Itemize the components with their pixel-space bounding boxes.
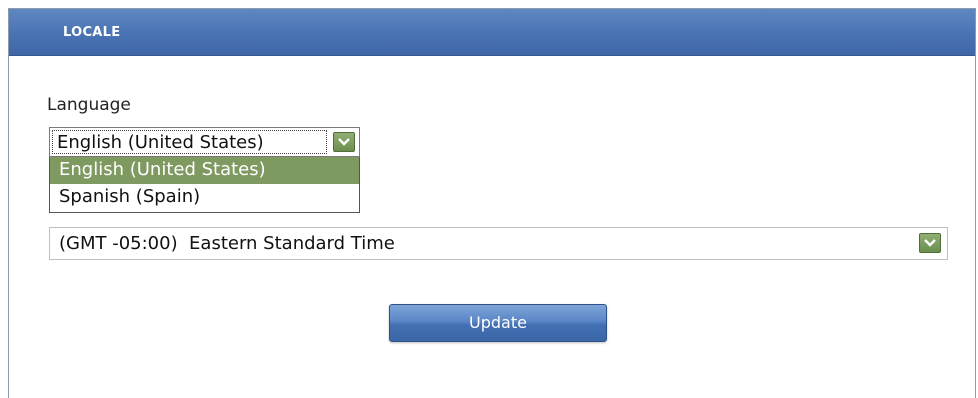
language-option-english-us[interactable]: English (United States) [50, 157, 359, 184]
chevron-down-icon[interactable] [333, 132, 355, 152]
panel-header: LOCALE [9, 9, 975, 56]
update-button[interactable]: Update [389, 304, 607, 342]
language-select[interactable]: English (United States) [49, 127, 360, 157]
language-label: Language [47, 95, 131, 115]
language-option-spanish-spain[interactable]: Spanish (Spain) [50, 184, 359, 211]
language-dropdown-list: English (United States) Spanish (Spain) [49, 157, 360, 213]
panel-title: LOCALE [63, 25, 121, 40]
timezone-select-value: (GMT -05:00) Eastern Standard Time [59, 233, 395, 254]
locale-panel: LOCALE Language English (United States) … [8, 8, 976, 398]
language-select-value: English (United States) [52, 130, 327, 154]
chevron-down-icon[interactable] [919, 233, 941, 253]
timezone-select[interactable]: (GMT -05:00) Eastern Standard Time [49, 227, 948, 260]
